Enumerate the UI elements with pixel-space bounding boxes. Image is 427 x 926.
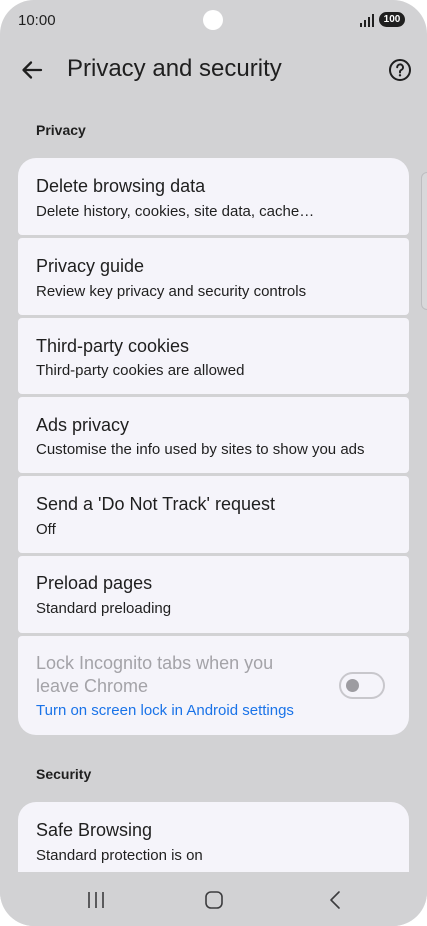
phone-screen: 10:00 100 Privacy and security Privacy D… bbox=[0, 0, 427, 926]
item-subtitle: Delete history, cookies, site data, cach… bbox=[36, 203, 315, 220]
camera-cutout bbox=[203, 10, 223, 30]
section-header-privacy: Privacy bbox=[36, 122, 86, 138]
item-title: Send a 'Do Not Track' request bbox=[36, 494, 275, 514]
status-time: 10:00 bbox=[18, 12, 56, 29]
preload-pages-item[interactable]: Preload pages Standard preloading bbox=[18, 556, 409, 633]
back-arrow-icon[interactable] bbox=[18, 56, 46, 84]
item-title: Third-party cookies bbox=[36, 336, 190, 356]
recents-icon[interactable] bbox=[81, 886, 111, 914]
delete-browsing-data-item[interactable]: Delete browsing data Delete history, coo… bbox=[18, 158, 409, 235]
item-title-line1: Lock Incognito tabs when you bbox=[36, 653, 274, 673]
toggle-knob bbox=[346, 679, 359, 692]
item-subtitle: Third-party cookies are allowed bbox=[36, 362, 245, 379]
item-subtitle: Standard preloading bbox=[36, 600, 172, 617]
safe-browsing-item[interactable]: Safe Browsing Standard protection is on bbox=[18, 802, 409, 882]
scrollbar[interactable] bbox=[421, 172, 427, 310]
help-icon[interactable] bbox=[388, 58, 412, 82]
third-party-cookies-item[interactable]: Third-party cookies Third-party cookies … bbox=[18, 318, 409, 394]
status-bar: 10:00 100 bbox=[0, 0, 427, 40]
item-title: Ads privacy bbox=[36, 415, 130, 435]
battery-icon: 100 bbox=[379, 12, 405, 27]
ads-privacy-item[interactable]: Ads privacy Customise the info used by s… bbox=[18, 397, 409, 473]
lock-incognito-item: Lock Incognito tabs when you leave Chrom… bbox=[18, 636, 409, 735]
privacy-guide-item[interactable]: Privacy guide Review key privacy and sec… bbox=[18, 238, 409, 315]
item-subtitle: Off bbox=[36, 521, 56, 538]
lock-incognito-toggle[interactable] bbox=[339, 672, 385, 699]
item-title: Preload pages bbox=[36, 573, 153, 593]
item-title: Privacy guide bbox=[36, 256, 145, 276]
do-not-track-item[interactable]: Send a 'Do Not Track' request Off bbox=[18, 476, 409, 553]
page-title: Privacy and security bbox=[67, 55, 282, 82]
section-header-security: Security bbox=[36, 766, 92, 782]
app-bar: Privacy and security bbox=[0, 46, 427, 94]
nav-back-icon[interactable] bbox=[320, 886, 350, 914]
item-subtitle: Review key privacy and security controls bbox=[36, 283, 307, 300]
item-subtitle: Customise the info used by sites to show… bbox=[36, 441, 365, 458]
item-title-line2: leave Chrome bbox=[36, 676, 149, 696]
item-title: Safe Browsing bbox=[36, 820, 153, 840]
item-subtitle: Standard protection is on bbox=[36, 847, 203, 864]
screen-lock-settings-link[interactable]: Turn on screen lock in Android settings bbox=[36, 702, 294, 719]
home-icon[interactable] bbox=[199, 886, 229, 914]
item-title: Delete browsing data bbox=[36, 176, 206, 196]
signal-icon bbox=[360, 13, 376, 27]
system-nav-bar bbox=[0, 872, 427, 926]
